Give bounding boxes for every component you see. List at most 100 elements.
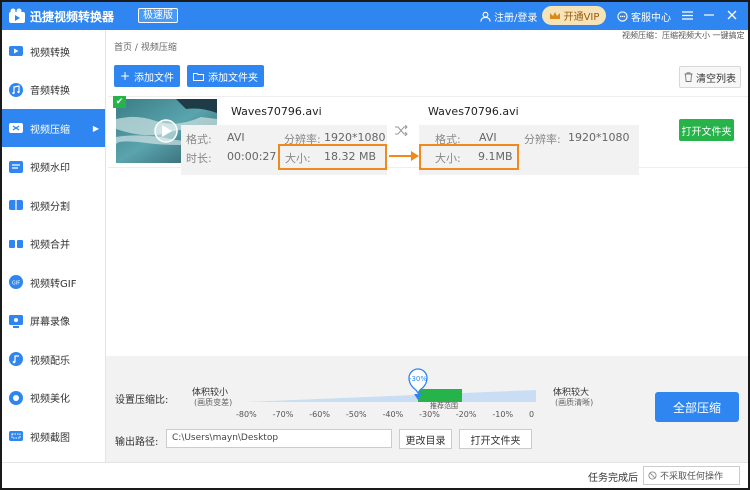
shuffle-icon (395, 125, 408, 136)
status-bar: 任务完成后 不采取任何操作 (2, 462, 748, 488)
smaller-size-note: (画质变差) (194, 398, 233, 407)
music-icon (8, 351, 24, 367)
sidebar-item-3[interactable]: 视频压缩 ▶ (2, 109, 105, 147)
breadcrumb-separator: / (134, 43, 138, 53)
watermark-icon (8, 159, 24, 175)
app-logo-icon (9, 8, 25, 23)
slider-tick-label: -40% (382, 410, 404, 419)
plus-icon: + (119, 69, 131, 83)
breadcrumb-home[interactable]: 首页 (114, 43, 132, 53)
sidebar-item-label: 视频转GIF (30, 278, 77, 290)
sidebar-item-label: 视频截图 (30, 432, 70, 444)
sidebar-item-label: 视频水印 (30, 163, 70, 174)
app-window: 迅捷视频转换器 极速版 注册/登录 开通VIP 客服中心 视频转换 音频转换 视频压… (0, 0, 750, 490)
target-resolution-value: 1920*1080 (568, 131, 630, 144)
beautify-icon (8, 390, 24, 406)
source-format-value: AVI (227, 131, 245, 144)
target-format-value: AVI (479, 131, 497, 144)
sidebar-item-label: 屏幕录像 (30, 317, 70, 328)
target-size-label: 大小: (435, 152, 461, 165)
after-task-select[interactable]: 不采取任何操作 (643, 466, 740, 485)
clear-list-label: 清空列表 (696, 73, 736, 85)
recommended-range-label: 推荐范围 (430, 402, 458, 410)
breadcrumb: 首页 / 视频压缩 (114, 40, 177, 53)
target-size-value: 9.1MB (478, 150, 513, 163)
source-format-label: 格式: (186, 133, 212, 146)
video-compress-icon (8, 120, 24, 136)
clear-list-button[interactable]: 清空列表 (679, 66, 741, 88)
gif-icon: GIF (8, 274, 24, 290)
audio-convert-icon (8, 82, 24, 98)
sidebar-item-2[interactable]: 音频转换 (2, 71, 105, 109)
chat-icon (617, 11, 628, 22)
svg-text:GIF: GIF (12, 281, 20, 287)
minimize-icon[interactable] (700, 6, 718, 24)
add-folder-label: 添加文件夹 (208, 72, 258, 84)
arrow-right-icon (389, 151, 419, 161)
add-file-button[interactable]: + 添加文件 (114, 65, 180, 87)
service-label: 客服中心 (631, 13, 671, 24)
selected-check-icon[interactable]: ✔ (113, 96, 126, 108)
slider-tick-label: -10% (492, 410, 514, 419)
sidebar-item-label: 视频配乐 (30, 355, 70, 367)
breadcrumb-current: 视频压缩 (140, 43, 177, 53)
merge-icon (8, 236, 24, 252)
sidebar-item-6[interactable]: 视频合并 (2, 225, 105, 263)
open-folder-row-button[interactable]: 打开文件夹 (679, 119, 734, 141)
sidebar-item-label: 视频转换 (30, 47, 70, 59)
slider-tick-label: -30% (419, 410, 440, 419)
open-output-folder-button[interactable]: 打开文件夹 (459, 429, 532, 449)
slider-tick-label: -20% (455, 410, 477, 419)
sidebar-item-10[interactable]: 视频美化 (2, 379, 105, 417)
edition-badge: 极速版 (138, 8, 178, 23)
target-filename: Waves70796.avi (428, 105, 519, 118)
slider-tick-label: -50% (345, 410, 367, 419)
folder-icon (193, 72, 204, 81)
source-duration-value: 00:00:27 (227, 150, 277, 163)
close-icon[interactable] (723, 6, 741, 24)
screenshot-icon (8, 428, 24, 444)
source-size-label: 大小: (285, 152, 311, 165)
source-size-value: 18.32 MB (324, 150, 377, 163)
vip-label: 开通VIP (563, 12, 600, 23)
sidebar-item-1[interactable]: 视频转换 (2, 32, 105, 70)
change-directory-button[interactable]: 更改目录 (399, 429, 452, 449)
service-center-button[interactable]: 客服中心 (617, 9, 671, 24)
target-resolution-label: 分辨率: (524, 133, 561, 146)
sidebar: 视频转换 音频转换 视频压缩 ▶ 视频水印 视频分割 视频合并 GIF 视频转GIF 屏幕录像 视频… (2, 30, 106, 462)
source-duration-label: 时长: (186, 152, 212, 165)
user-icon (480, 11, 491, 22)
sidebar-item-11[interactable]: 视频截图 (2, 417, 105, 455)
slider-value-text: -30% (409, 375, 427, 383)
add-file-label: 添加文件 (134, 72, 175, 84)
split-icon (8, 197, 24, 213)
chevron-right-icon: ▶ (92, 123, 99, 133)
login-button[interactable]: 注册/登录 (480, 9, 537, 24)
slider-tick-label: 0 (529, 410, 535, 419)
sidebar-item-8[interactable]: 屏幕录像 (2, 302, 105, 340)
video-convert-icon (8, 43, 24, 59)
compression-slider[interactable]: -30% (238, 366, 548, 412)
output-path-input[interactable]: C:\Users\mayn\Desktop (166, 429, 392, 448)
sidebar-item-7[interactable]: GIF 视频转GIF (2, 263, 105, 301)
sidebar-item-5[interactable]: 视频分割 (2, 186, 105, 224)
sidebar-item-9[interactable]: 视频配乐 (2, 340, 105, 378)
add-folder-button[interactable]: 添加文件夹 (187, 65, 264, 87)
vip-button[interactable]: 开通VIP (542, 6, 606, 25)
menu-icon[interactable] (678, 6, 696, 24)
feature-hint: 视频压缩：压缩视频大小 一键搞定 (622, 31, 745, 40)
crown-icon (549, 11, 560, 19)
slider-tick-label: -60% (309, 410, 330, 419)
output-path-label: 输出路径: (115, 437, 159, 448)
after-task-value: 不采取任何操作 (660, 472, 724, 482)
slider-tick-label: -70% (272, 410, 294, 419)
trash-icon (684, 72, 693, 82)
after-task-label: 任务完成后 (588, 473, 638, 484)
compress-all-button[interactable]: 全部压缩 (655, 392, 739, 422)
source-filename: Waves70796.avi (231, 105, 322, 118)
login-label: 注册/登录 (494, 13, 538, 24)
no-action-icon (648, 471, 657, 480)
sidebar-item-label: 音频转换 (30, 86, 70, 97)
sidebar-item-4[interactable]: 视频水印 (2, 148, 105, 186)
screen-record-icon (8, 313, 24, 329)
